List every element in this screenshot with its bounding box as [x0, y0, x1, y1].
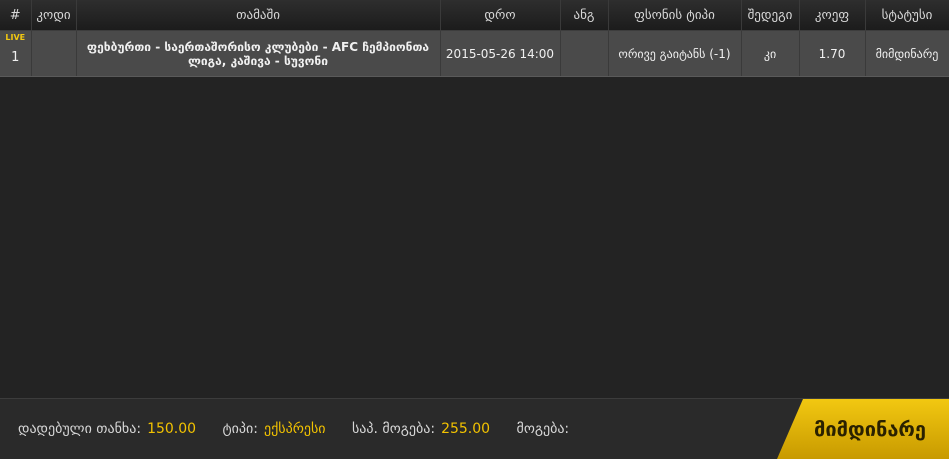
live-badge: LIVE — [5, 33, 26, 42]
potential-win-value: 255.00 — [441, 421, 491, 437]
col-header-score[interactable]: ანგ — [560, 0, 609, 31]
col-header-status[interactable]: სტატუსი — [865, 0, 949, 31]
col-header-bet-type[interactable]: ფსონის ტიპი — [608, 0, 742, 31]
col-header-code[interactable]: კოდი — [31, 0, 77, 31]
stake-value: 150.00 — [147, 421, 197, 437]
col-header-outcome[interactable]: შედეგი — [741, 0, 800, 31]
win-label: მოგება: — [516, 421, 570, 437]
coef-cell: 1.70 — [799, 30, 866, 77]
bets-table: # კოდი თამაში დრო ანგ ფსონის ტიპი შედეგი… — [0, 0, 949, 77]
type-label: ტიპი: — [222, 421, 258, 437]
bet-details-panel: # კოდი თამაში დრო ანგ ფსონის ტიპი შედეგი… — [0, 0, 949, 459]
table-row[interactable]: LIVE 1 ფეხბურთი - საერთაშორისო კლუბები -… — [0, 30, 949, 77]
bet-summary-footer: დადებული თანხა: 150.00 ტიპი: ექსპრესი საპ.… — [0, 398, 949, 459]
col-header-num[interactable]: # — [0, 0, 32, 31]
status-cell: მიმდინარე — [865, 30, 949, 77]
type-value: ექსპრესი — [264, 421, 326, 437]
row-number: 1 — [11, 50, 20, 65]
game-cell: ფეხბურთი - საერთაშორისო კლუბები - AFC ჩე… — [76, 30, 441, 77]
time-cell: 2015-05-26 14:00 — [440, 30, 561, 77]
potential-win-label: საპ. მოგება: — [351, 421, 436, 437]
outcome-cell: კი — [741, 30, 800, 77]
col-header-game[interactable]: თამაში — [76, 0, 441, 31]
col-header-time[interactable]: დრო — [440, 0, 561, 31]
status-button[interactable]: მიმდინარე — [777, 399, 949, 459]
table-header: # კოდი თამაში დრო ანგ ფსონის ტიპი შედეგი… — [0, 0, 949, 31]
code-cell — [31, 30, 77, 77]
col-header-coef[interactable]: კოეფ — [799, 0, 866, 31]
bet-type-cell: ორივე გაიტანს (-1) — [608, 30, 742, 77]
stake-label: დადებული თანხა: — [18, 421, 142, 437]
score-cell — [560, 30, 609, 77]
row-number-cell: LIVE 1 — [0, 30, 32, 77]
bet-summary-info: დადებული თანხა: 150.00 ტიპი: ექსპრესი საპ.… — [18, 421, 597, 437]
